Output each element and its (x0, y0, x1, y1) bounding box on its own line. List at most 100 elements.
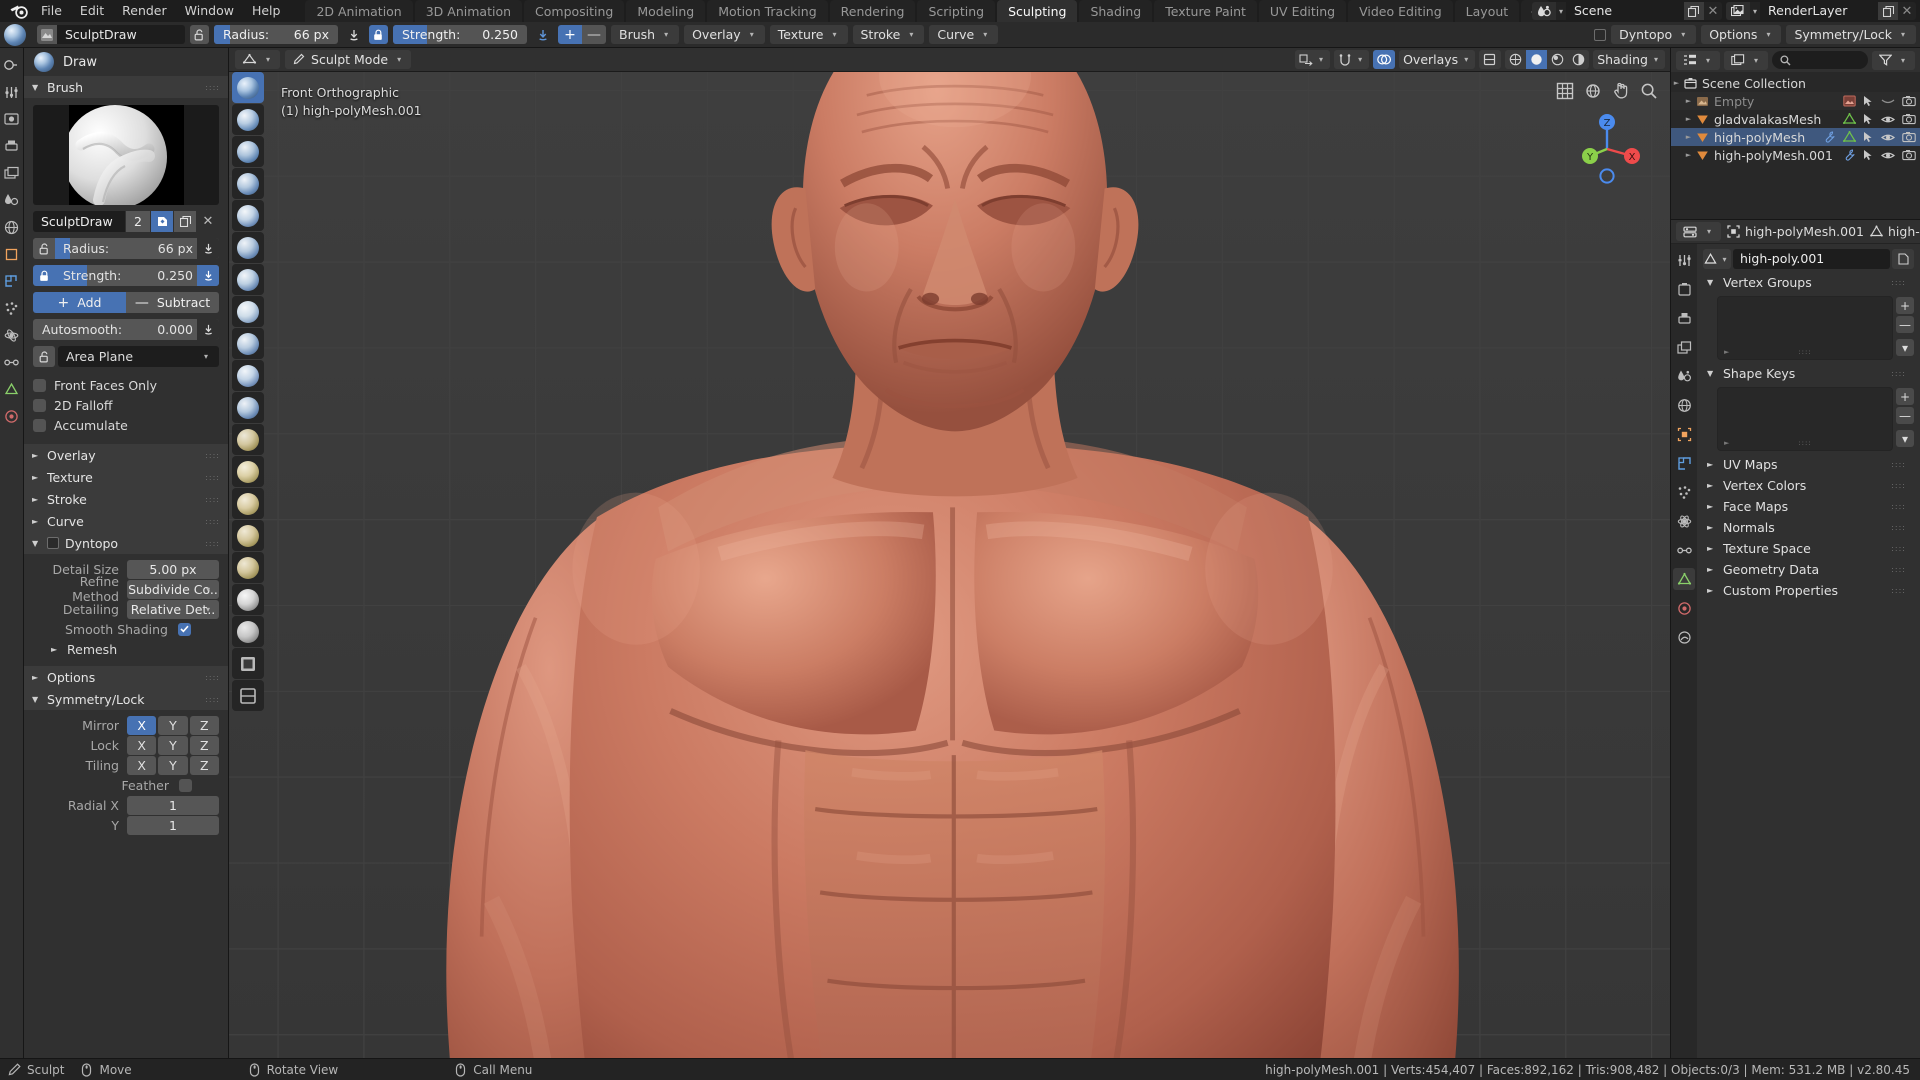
tool-scrape[interactable] (232, 392, 264, 423)
outliner-display-mode-dropdown[interactable]: ▾ (1724, 50, 1769, 70)
render-tab-icon[interactable] (1, 106, 23, 132)
camera-view-icon[interactable] (1582, 80, 1604, 102)
mirror-axis-y[interactable]: Y (158, 715, 188, 735)
camera-icon[interactable] (1902, 95, 1916, 107)
tiling-axis-y[interactable]: Y (158, 755, 188, 775)
visibility-selectability-button[interactable]: ▾ (1295, 50, 1331, 69)
toolsettings-overlay-dropdown[interactable]: Overlay ▾ (684, 25, 765, 44)
snapping-button[interactable]: ▾ (1334, 50, 1370, 69)
world-tab-icon[interactable] (1, 214, 23, 240)
toolsettings-symmetry-lock-dropdown[interactable]: Symmetry/Lock ▾ (1786, 25, 1916, 44)
smooth-shading-checkbox[interactable] (178, 622, 191, 636)
accumulate-checkbox[interactable] (33, 418, 46, 432)
disclosure-triangle-icon[interactable]: ► (1683, 151, 1694, 159)
scene-name[interactable]: Scene (1565, 2, 1684, 20)
selectability-icon[interactable] (1863, 113, 1874, 125)
active-tool-icon[interactable] (4, 23, 26, 46)
tool-box-hide[interactable] (232, 680, 264, 711)
selectability-icon[interactable] (1863, 149, 1874, 161)
brush-radius-slider[interactable]: Radius: 66 px (33, 238, 219, 259)
disclosure-triangle-icon[interactable]: ► (1683, 115, 1694, 123)
tool-fill[interactable] (232, 360, 264, 391)
toolsettings-options-dropdown[interactable]: Options ▾ (1701, 25, 1782, 44)
camera-icon[interactable] (1902, 149, 1916, 161)
viewlayer-name[interactable]: RenderLayer (1760, 2, 1878, 20)
solid-shading-button[interactable] (1526, 50, 1548, 69)
tool-thumb[interactable] (232, 552, 264, 583)
props-section-face-maps[interactable]: ► Face Maps:::: (1703, 496, 1914, 517)
lock-axis-z[interactable]: Z (189, 735, 219, 755)
mesh-icon[interactable] (1843, 131, 1856, 143)
brush-name[interactable]: SculptDraw (57, 25, 185, 44)
add-direction-button[interactable]: + (558, 25, 582, 44)
viewlayer-tab-icon[interactable] (1, 160, 23, 186)
toolsettings-dyntopo-dropdown[interactable]: Dyntopo ▾ (1611, 25, 1697, 44)
workspace-tab-sculpting[interactable]: Sculpting (997, 0, 1078, 22)
object-data-properties-tab-icon[interactable] (1673, 568, 1695, 590)
panel-header-overlay[interactable]: ► Overlay:::: (24, 444, 228, 466)
toggle-grid-icon[interactable] (1554, 80, 1576, 102)
material-tab-icon[interactable] (1, 403, 23, 429)
selectability-icon[interactable] (1863, 95, 1874, 107)
camera-icon[interactable] (1902, 113, 1916, 125)
props-list-box[interactable]: ►:::: (1717, 387, 1893, 451)
outliner-search-input[interactable] (1772, 51, 1868, 69)
strength-pressure-button[interactable] (532, 25, 553, 44)
outliner-row-scene-collection[interactable]: ► Scene Collection (1671, 74, 1920, 92)
chevron-right-icon[interactable]: ► (1724, 439, 1729, 447)
breadcrumb-data[interactable]: high-p (1870, 224, 1920, 239)
workspace-tab-video-editing[interactable]: Video Editing (1348, 0, 1453, 22)
tool-crease[interactable] (232, 264, 264, 295)
tool-properties-tab-icon[interactable] (1673, 249, 1695, 271)
disclosure-triangle-icon[interactable]: ► (1683, 97, 1694, 105)
data-tab-icon[interactable] (1, 376, 23, 402)
viewlayer-properties-tab-icon[interactable] (1673, 336, 1695, 358)
radius-slider[interactable]: Radius: 66 px (214, 25, 338, 44)
front-faces-only-checkbox[interactable] (33, 378, 46, 392)
options-panel-header[interactable]: ► Options :::: (24, 666, 228, 688)
selectability-icon[interactable] (1863, 131, 1874, 143)
breadcrumb-object[interactable]: high-polyMesh.001 (1727, 224, 1864, 239)
symmetry-panel-header[interactable]: ▼ Symmetry/Lock :::: (24, 688, 228, 710)
tiling-axis-z[interactable]: Z (189, 755, 219, 775)
remove-item-button[interactable]: — (1896, 407, 1914, 424)
workspace-tab-modeling[interactable]: Modeling (626, 0, 706, 22)
add-item-button[interactable]: + (1896, 388, 1914, 405)
2d-falloff-checkbox[interactable] (33, 398, 46, 412)
workspace-tab-layout[interactable]: Layout (1454, 0, 1520, 22)
lock-axis-x[interactable]: X (127, 735, 157, 755)
output-tab-icon[interactable] (1, 133, 23, 159)
brush-fake-user-button[interactable] (151, 211, 173, 232)
disclosure-triangle-icon[interactable]: ► (1671, 79, 1682, 87)
lock-axis-y[interactable]: Y (158, 735, 188, 755)
wireframe-shading-button[interactable] (1505, 50, 1527, 69)
viewport-canvas[interactable] (229, 72, 1670, 1058)
add-item-button[interactable]: + (1896, 297, 1914, 314)
workspace-tab-shading[interactable]: Shading (1079, 0, 1153, 22)
object-properties-tab-icon[interactable] (1673, 423, 1695, 445)
camera-icon[interactable] (1902, 131, 1916, 143)
dyntopo-enable-checkbox[interactable] (47, 537, 59, 549)
pan-view-icon[interactable] (1610, 80, 1632, 102)
tool-snake-hook[interactable] (232, 520, 264, 551)
particle-properties-tab-icon[interactable] (1673, 481, 1695, 503)
brush-strength-slider[interactable]: Strength: 0.250 (33, 265, 219, 286)
detailing-dropdown[interactable]: Relative Det.. ▾ (127, 599, 219, 619)
scene-selector[interactable]: ▾ Scene ✕ (1531, 2, 1722, 20)
texture-properties-tab-icon[interactable] (1673, 626, 1695, 648)
brush-name-field[interactable]: SculptDraw (33, 211, 125, 232)
outliner-row-empty[interactable]: ► Empty (1671, 92, 1920, 110)
scene-duplicate-button[interactable] (1683, 2, 1704, 20)
scene-remove-button[interactable]: ✕ (1704, 2, 1722, 20)
tiling-axis-x[interactable]: X (127, 755, 157, 775)
workspace-tab-uv-editing[interactable]: UV Editing (1258, 0, 1347, 22)
scene-tab-icon[interactable] (1, 187, 23, 213)
mesh-datablock-name[interactable]: high-poly.001 (1733, 249, 1890, 269)
plane-lock-button[interactable] (33, 346, 55, 367)
props-section-geometry-data[interactable]: ► Geometry Data:::: (1703, 559, 1914, 580)
refine-method-dropdown[interactable]: Subdivide Co.. ▾ (127, 579, 219, 599)
workspace-tab-2d-animation[interactable]: 2D Animation (305, 0, 413, 22)
tool-pose[interactable] (232, 584, 264, 615)
workspace-tab-rendering[interactable]: Rendering (829, 0, 916, 22)
resize-grip-icon[interactable]: :::: (1798, 348, 1811, 356)
